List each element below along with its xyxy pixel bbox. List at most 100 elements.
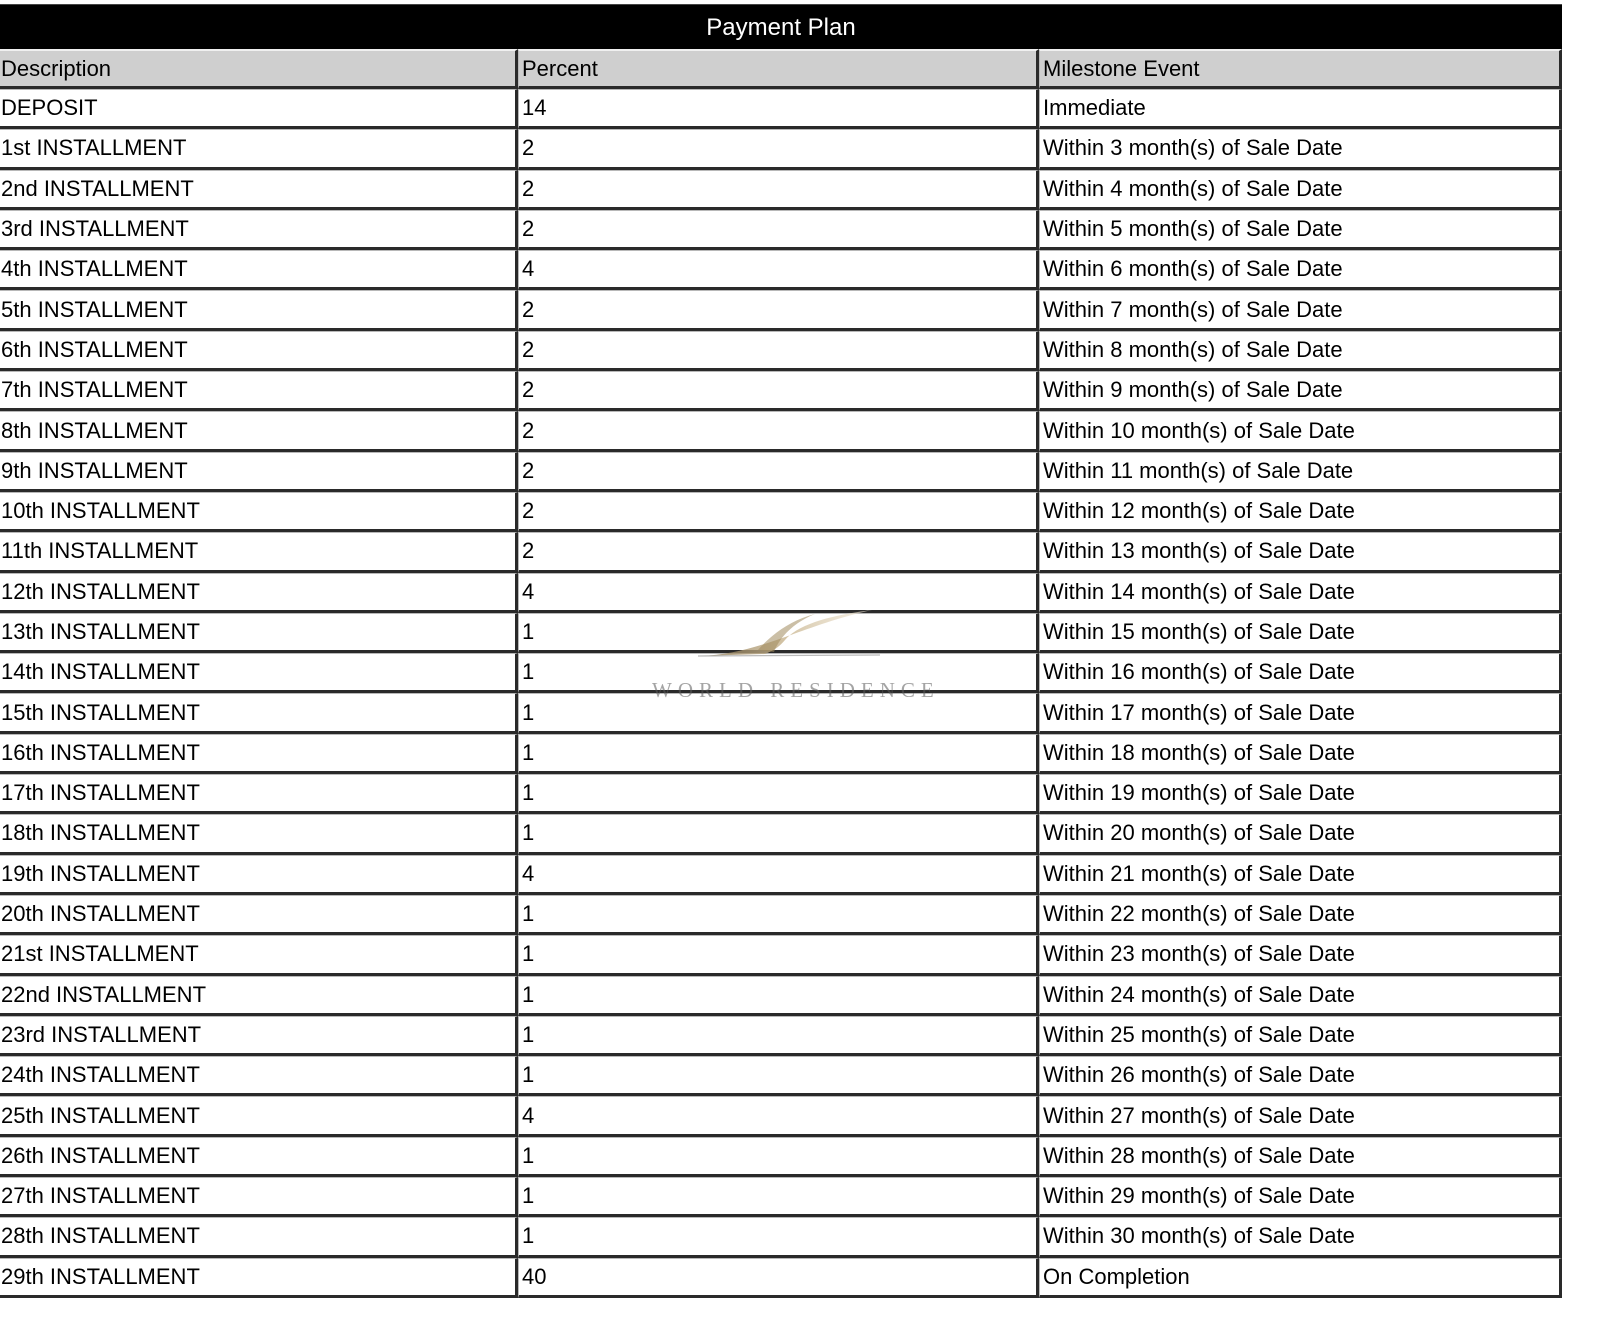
- milestone-cell: Within 5 month(s) of Sale Date: [1039, 209, 1562, 251]
- percent-cell: 2: [518, 491, 1039, 533]
- milestone-cell: Within 3 month(s) of Sale Date: [1039, 129, 1562, 170]
- milestone-cell: Within 8 month(s) of Sale Date: [1039, 330, 1562, 372]
- table-row: 12th INSTALLMENT 4 Within 14 month(s) of S…: [0, 572, 1562, 613]
- description-cell: 1st INSTALLMENT: [0, 129, 518, 170]
- milestone-cell: Within 26 month(s) of Sale Date: [1039, 1056, 1562, 1097]
- percent-cell: 1: [518, 1177, 1039, 1218]
- table-row: 9th INSTALLMENT 2 Within 11 month(s) of Sa…: [0, 451, 1562, 492]
- milestone-cell: Within 14 month(s) of Sale Date: [1039, 572, 1562, 613]
- percent-cell: 1: [518, 653, 1039, 694]
- milestone-cell: Within 22 month(s) of Sale Date: [1039, 894, 1562, 936]
- table-row: 7th INSTALLMENT 2 Within 9 month(s) of Sal…: [0, 371, 1562, 412]
- description-cell: 19th INSTALLMENT: [0, 854, 518, 895]
- description-cell: 9th INSTALLMENT: [0, 451, 518, 492]
- percent-cell: 2: [518, 129, 1039, 170]
- percent-cell: 2: [518, 451, 1039, 492]
- description-cell: 27th INSTALLMENT: [0, 1177, 518, 1218]
- table-row: 16th INSTALLMENT 1 Within 18 month(s) of S…: [0, 733, 1562, 775]
- description-cell: 3rd INSTALLMENT: [0, 209, 518, 251]
- description-cell: 20th INSTALLMENT: [0, 894, 518, 936]
- table-body: DEPOSIT 14 Immediate 1st INSTALLMENT 2 Within…: [0, 89, 1562, 1298]
- table-header-row: Description Percent Milestone Event: [0, 49, 1562, 89]
- percent-cell: 1: [518, 935, 1039, 976]
- milestone-cell: Within 16 month(s) of Sale Date: [1039, 653, 1562, 694]
- table-row: 2nd INSTALLMENT 2 Within 4 month(s) of Sal…: [0, 169, 1562, 210]
- percent-cell: 1: [518, 1217, 1039, 1258]
- milestone-cell: Within 19 month(s) of Sale Date: [1039, 774, 1562, 815]
- milestone-cell: Within 25 month(s) of Sale Date: [1039, 1015, 1562, 1057]
- milestone-cell: Within 6 month(s) of Sale Date: [1039, 250, 1562, 291]
- milestone-cell: Within 18 month(s) of Sale Date: [1039, 733, 1562, 775]
- table-row: 6th INSTALLMENT 2 Within 8 month(s) of Sal…: [0, 330, 1562, 372]
- milestone-cell: Within 30 month(s) of Sale Date: [1039, 1217, 1562, 1258]
- description-cell: 29th INSTALLMENT: [0, 1257, 518, 1298]
- description-cell: 28th INSTALLMENT: [0, 1217, 518, 1258]
- column-header-percent: Percent: [518, 49, 1039, 89]
- description-cell: 7th INSTALLMENT: [0, 371, 518, 412]
- column-header-milestone-event: Milestone Event: [1039, 49, 1562, 89]
- description-cell: 13th INSTALLMENT: [0, 612, 518, 654]
- milestone-cell: On Completion: [1039, 1257, 1562, 1298]
- milestone-cell: Within 20 month(s) of Sale Date: [1039, 814, 1562, 855]
- percent-cell: 1: [518, 612, 1039, 654]
- column-header-description: Description: [0, 49, 518, 89]
- payment-plan-table: Description Percent Milestone Event DEPO…: [0, 49, 1562, 1298]
- percent-cell: 1: [518, 774, 1039, 815]
- description-cell: 15th INSTALLMENT: [0, 693, 518, 734]
- table-row: 23rd INSTALLMENT 1 Within 25 month(s) of S…: [0, 1015, 1562, 1057]
- percent-cell: 14: [518, 89, 1039, 130]
- table-row: 11th INSTALLMENT 2 Within 13 month(s) of S…: [0, 532, 1562, 573]
- table-row: DEPOSIT 14 Immediate: [0, 89, 1562, 130]
- percent-cell: 4: [518, 572, 1039, 613]
- table-row: 19th INSTALLMENT 4 Within 21 month(s) of S…: [0, 854, 1562, 895]
- description-cell: 24th INSTALLMENT: [0, 1056, 518, 1097]
- percent-cell: 1: [518, 975, 1039, 1016]
- table-row: 24th INSTALLMENT 1 Within 26 month(s) of S…: [0, 1056, 1562, 1097]
- milestone-cell: Immediate: [1039, 89, 1562, 130]
- description-cell: 4th INSTALLMENT: [0, 250, 518, 291]
- table-row: 28th INSTALLMENT 1 Within 30 month(s) of S…: [0, 1217, 1562, 1258]
- table-row: 17th INSTALLMENT 1 Within 19 month(s) of S…: [0, 774, 1562, 815]
- table-row: 21st INSTALLMENT 1 Within 23 month(s) of S…: [0, 935, 1562, 976]
- description-cell: 11th INSTALLMENT: [0, 532, 518, 573]
- milestone-cell: Within 17 month(s) of Sale Date: [1039, 693, 1562, 734]
- table-row: 5th INSTALLMENT 2 Within 7 month(s) of Sal…: [0, 290, 1562, 331]
- percent-cell: 1: [518, 1136, 1039, 1178]
- percent-cell: 2: [518, 532, 1039, 573]
- milestone-cell: Within 21 month(s) of Sale Date: [1039, 854, 1562, 895]
- milestone-cell: Within 24 month(s) of Sale Date: [1039, 975, 1562, 1016]
- percent-cell: 4: [518, 854, 1039, 895]
- milestone-cell: Within 28 month(s) of Sale Date: [1039, 1136, 1562, 1178]
- percent-cell: 2: [518, 169, 1039, 210]
- table-row: 14th INSTALLMENT 1 Within 16 month(s) of S…: [0, 653, 1562, 694]
- percent-cell: 40: [518, 1257, 1039, 1298]
- description-cell: 16th INSTALLMENT: [0, 733, 518, 775]
- percent-cell: 2: [518, 330, 1039, 372]
- percent-cell: 1: [518, 693, 1039, 734]
- description-cell: DEPOSIT: [0, 89, 518, 130]
- table-row: 22nd INSTALLMENT 1 Within 24 month(s) of S…: [0, 975, 1562, 1016]
- table-row: 1st INSTALLMENT 2 Within 3 month(s) of Sal…: [0, 129, 1562, 170]
- description-cell: 10th INSTALLMENT: [0, 491, 518, 533]
- description-cell: 2nd INSTALLMENT: [0, 169, 518, 210]
- percent-cell: 1: [518, 894, 1039, 936]
- percent-cell: 2: [518, 290, 1039, 331]
- milestone-cell: Within 9 month(s) of Sale Date: [1039, 371, 1562, 412]
- milestone-cell: Within 23 month(s) of Sale Date: [1039, 935, 1562, 976]
- percent-cell: 1: [518, 1015, 1039, 1057]
- description-cell: 26th INSTALLMENT: [0, 1136, 518, 1178]
- description-cell: 12th INSTALLMENT: [0, 572, 518, 613]
- table-row: 26th INSTALLMENT 1 Within 28 month(s) of S…: [0, 1136, 1562, 1178]
- payment-plan: Payment Plan Description Percent Milesto…: [0, 4, 1562, 1298]
- description-cell: 21st INSTALLMENT: [0, 935, 518, 976]
- percent-cell: 2: [518, 371, 1039, 412]
- table-row: 25th INSTALLMENT 4 Within 27 month(s) of S…: [0, 1096, 1562, 1137]
- percent-cell: 1: [518, 1056, 1039, 1097]
- table-row: 29th INSTALLMENT 40 On Completion: [0, 1257, 1562, 1298]
- table-row: 4th INSTALLMENT 4 Within 6 month(s) of Sal…: [0, 250, 1562, 291]
- milestone-cell: Within 12 month(s) of Sale Date: [1039, 491, 1562, 533]
- description-cell: 22nd INSTALLMENT: [0, 975, 518, 1016]
- description-cell: 8th INSTALLMENT: [0, 411, 518, 452]
- percent-cell: 4: [518, 1096, 1039, 1137]
- table-row: 8th INSTALLMENT 2 Within 10 month(s) of Sa…: [0, 411, 1562, 452]
